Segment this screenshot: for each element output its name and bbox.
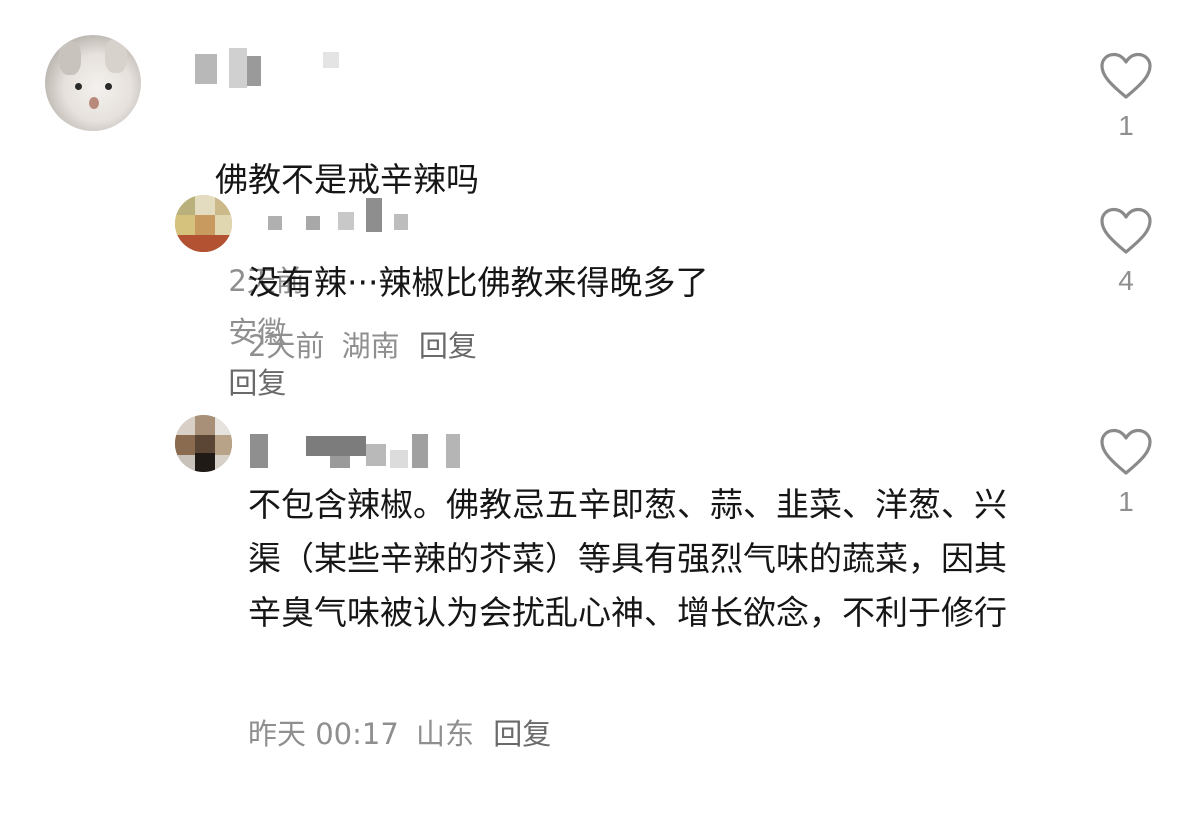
- heart-outline-icon: [1100, 428, 1152, 475]
- heart-outline-icon: [1100, 52, 1152, 99]
- username-blurred[interactable]: [195, 48, 355, 88]
- like-button[interactable]: 4: [1098, 207, 1154, 297]
- like-button[interactable]: 1: [1098, 52, 1154, 142]
- comment-location: 山东: [416, 717, 475, 751]
- like-button[interactable]: 1: [1098, 428, 1154, 518]
- like-count: 1: [1118, 486, 1134, 517]
- comment-text: 没有辣···辣椒比佛教来得晚多了: [248, 263, 709, 302]
- comment-text: 不包含辣椒。佛教忌五辛即葱、蒜、韭菜、洋葱、兴渠（某些辛辣的芥菜）等具有强烈气味…: [248, 485, 1007, 632]
- reply-button[interactable]: 回复: [493, 717, 551, 751]
- avatar[interactable]: [45, 35, 141, 131]
- comment-location: 湖南: [341, 329, 400, 363]
- comment-time: 昨天 00:17: [248, 717, 399, 751]
- reply-button[interactable]: 回复: [419, 329, 477, 363]
- comment-meta: 昨天 00:17 山东 回复: [248, 714, 551, 754]
- comment-meta: 2天前 湖南 回复: [248, 326, 477, 366]
- reply-button[interactable]: 回复: [228, 366, 286, 400]
- avatar[interactable]: [175, 195, 232, 252]
- username-blurred[interactable]: [250, 430, 470, 470]
- avatar[interactable]: [175, 415, 232, 472]
- username-blurred[interactable]: [268, 198, 418, 238]
- heart-outline-icon: [1100, 207, 1152, 254]
- like-count: 1: [1118, 110, 1134, 141]
- comment-time: 2天前: [248, 329, 325, 363]
- like-count: 4: [1118, 265, 1134, 296]
